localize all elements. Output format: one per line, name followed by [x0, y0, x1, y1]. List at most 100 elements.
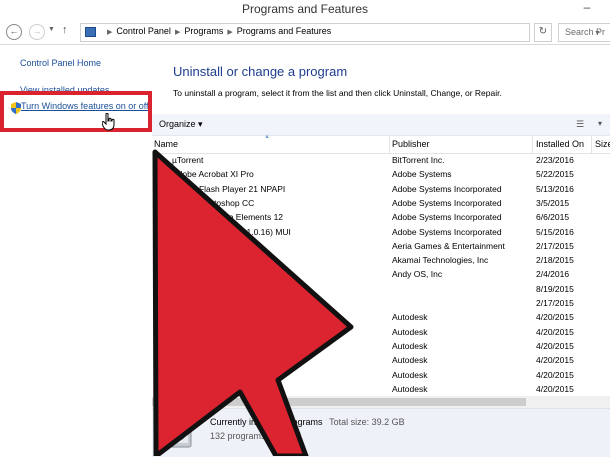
publisher-cell: Autodesk [392, 355, 428, 366]
installed-on-cell: 4/20/2015 [536, 355, 574, 366]
back-button[interactable]: ← [6, 24, 22, 40]
page-title: Uninstall or change a program [173, 64, 348, 79]
installed-on-cell: 4/20/2015 [536, 383, 574, 394]
program-name-cell: Adobe Flash Player 21 NPAPI [172, 183, 286, 194]
program-name-cell: Adobe Reader XI (11.0.16) MUI [172, 226, 291, 237]
table-row[interactable]: 2/17/2015 [152, 296, 610, 310]
page-description: To uninstall a program, select it from t… [173, 88, 502, 98]
installed-on-cell: 2/23/2016 [536, 155, 574, 165]
status-current-programs: Currently installed programs [210, 417, 323, 427]
window-title: Programs and Features [241, 2, 369, 16]
breadcrumb-programs[interactable]: Programs [184, 26, 223, 36]
program-name-cell: µTorrent [172, 155, 204, 165]
column-header-size[interactable]: Size [595, 139, 610, 149]
table-row[interactable]: Autodesk 4/20/2015 [152, 353, 610, 367]
status-summary: Currently installed programs Total size:… [210, 417, 405, 427]
table-row[interactable]: µTorrent BitTorrent Inc. 2/23/2016 [152, 153, 610, 167]
horizontal-scrollbar[interactable] [152, 396, 610, 408]
breadcrumb-programs-and-features[interactable]: Programs and Features [237, 26, 332, 36]
program-name-cell: Featu [172, 369, 194, 380]
publisher-cell: BitTorrent Inc. [392, 155, 445, 165]
table-header: ▲ Name Publisher Installed On Size [152, 134, 610, 154]
program-list: µTorrent BitTorrent Inc. 2/23/2016 Adobe Ac… [152, 153, 610, 396]
publisher-cell: Adobe Systems Incorporated [392, 183, 502, 194]
table-row[interactable]: Akamai Technologies, Inc 2/18/2015 [152, 253, 610, 267]
publisher-cell: Autodesk [392, 340, 428, 351]
program-name-cell: Adobe Acrobat XI Pro [172, 169, 254, 180]
program-name-cell: Adobe Photoshop CC [172, 197, 255, 208]
refresh-button[interactable]: ↻ [534, 23, 552, 42]
installed-programs-icon [166, 420, 192, 448]
column-header-installed-on[interactable]: Installed On [536, 139, 584, 149]
publisher-cell: Autodesk [392, 383, 428, 394]
search-placeholder: Search Pr [565, 27, 606, 37]
program-name-cell: esk Materi [172, 383, 212, 394]
table-row[interactable]: Autodesk 4/20/2015 [152, 310, 610, 324]
publisher-cell: Andy OS, Inc [392, 269, 443, 280]
minimize-button[interactable]: – [576, 0, 598, 16]
chevron-down-icon: ▾ [198, 119, 203, 129]
installed-on-cell: 2/17/2015 [536, 240, 574, 251]
total-size-value: 39.2 GB [371, 417, 405, 427]
sort-ascending-icon: ▲ [264, 134, 270, 140]
view-options-icon[interactable]: ☰ [576, 119, 584, 130]
organize-label: Organize [159, 119, 196, 129]
installed-on-cell: 8/19/2015 [536, 283, 574, 294]
table-row[interactable]: Aeria Games & Entertainment 2/17/2015 [152, 239, 610, 253]
table-row[interactable]: esk Materi Autodesk 4/20/2015 [152, 382, 610, 396]
view-dropdown-icon[interactable]: ▾ [598, 119, 602, 128]
column-header-name[interactable]: Name [154, 139, 178, 149]
breadcrumb-separator-icon: ▶ [107, 29, 113, 36]
publisher-cell: Autodesk [392, 369, 428, 380]
table-row[interactable]: Adobe Reader XI (11.0.16) MUI Adobe Syste… [152, 225, 610, 239]
organize-button[interactable]: Organize ▾ [159, 119, 203, 130]
total-size-label: Total size: [329, 417, 370, 427]
table-row[interactable]: 8/19/2015 [152, 282, 610, 296]
column-divider[interactable] [591, 136, 592, 153]
scrollbar-thumb[interactable] [152, 398, 526, 406]
address-field[interactable]: ▶ Control Panel ▶ Programs ▶ Programs and Fea… [80, 23, 601, 42]
table-row[interactable]: Adobe Premiere Elements 12 Adobe Systems … [152, 210, 610, 224]
installed-on-cell: 5/15/2016 [536, 226, 574, 237]
publisher-cell: Adobe Systems Incorporated [392, 197, 502, 208]
breadcrumb: ▶ Control Panel ▶ Programs ▶ Programs and Fea… [103, 26, 331, 36]
installed-on-cell: 6/6/2015 [536, 212, 570, 223]
installed-on-cell: 4/20/2015 [536, 369, 574, 380]
table-row[interactable]: Adobe Photoshop CC Adobe Systems Incorpor… [152, 196, 610, 210]
installed-on-cell: 4/20/2015 [536, 312, 574, 323]
address-bar: ← → ▼ ↑ ▶ Control Panel ▶ Programs ▶ Programs… [0, 20, 610, 45]
title-bar: Programs and Features – [0, 0, 610, 18]
installed-on-cell: 5/13/2016 [536, 183, 574, 194]
highlight-box [0, 91, 152, 132]
column-divider[interactable] [532, 136, 533, 153]
installed-on-cell: 3/5/2015 [536, 197, 570, 208]
breadcrumb-control-panel[interactable]: Control Panel [116, 26, 171, 36]
column-header-publisher[interactable]: Publisher [392, 139, 430, 149]
details-pane: Currently installed programs Total size:… [152, 408, 610, 457]
publisher-cell: Adobe Systems Incorporated [392, 226, 502, 237]
search-input[interactable]: Search Pr [558, 23, 610, 42]
control-panel-icon [85, 27, 96, 37]
column-divider[interactable] [389, 136, 390, 153]
installed-on-cell: 2/18/2015 [536, 255, 574, 266]
publisher-cell: Autodesk [392, 312, 428, 323]
hand-cursor-icon [102, 113, 115, 131]
up-arrow-icon[interactable]: ↑ [62, 24, 68, 36]
recent-locations-icon[interactable]: ▼ [48, 26, 55, 33]
programs-count: 132 programs installed [210, 431, 302, 441]
table-row[interactable]: Adobe Acrobat XI Pro Adobe Systems 5/22/20… [152, 167, 610, 181]
control-panel-home-link[interactable]: Control Panel Home [20, 58, 101, 68]
table-row[interactable]: Andy OS, Inc 2/4/2016 [152, 267, 610, 281]
forward-button[interactable]: → [29, 24, 45, 40]
installed-on-cell: 5/22/2015 [536, 169, 574, 180]
program-name-cell: English [172, 340, 200, 351]
installed-on-cell: 4/20/2015 [536, 326, 574, 337]
table-row[interactable]: Adobe Flash Player 21 NPAPI Adobe Systems… [152, 182, 610, 196]
installed-on-cell: 2/17/2015 [536, 298, 574, 308]
installed-on-cell: 4/20/2015 [536, 340, 574, 351]
publisher-cell: Adobe Systems Incorporated [392, 212, 502, 223]
table-row[interactable]: Featu Autodesk 4/20/2015 [152, 368, 610, 382]
table-row[interactable]: English Autodesk 4/20/2015 [152, 339, 610, 353]
breadcrumb-separator-icon: ▶ [174, 29, 181, 36]
table-row[interactable]: Autodesk 4/20/2015 [152, 325, 610, 339]
